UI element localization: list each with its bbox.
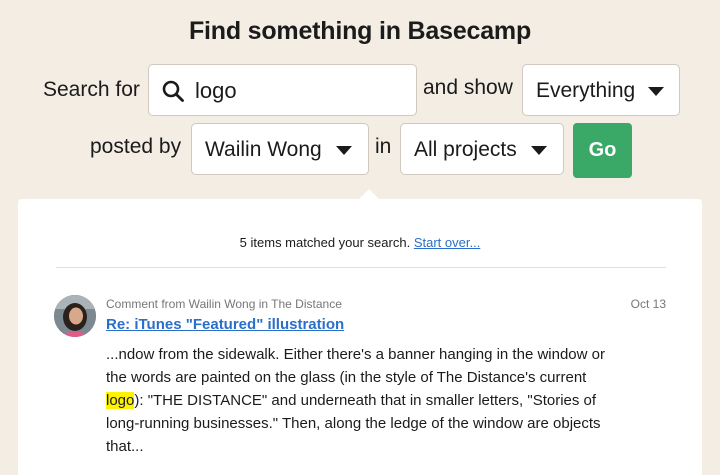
person-value: Wailin Wong xyxy=(205,138,322,161)
search-for-label: Search for xyxy=(43,78,140,101)
search-highlight: logo xyxy=(106,392,135,409)
posted-by-label: posted by xyxy=(90,135,182,158)
start-over-link[interactable]: Start over... xyxy=(414,235,480,250)
results-summary: 5 items matched your search. Start over.… xyxy=(18,235,702,250)
project-value: All projects xyxy=(414,138,517,161)
result-title-link[interactable]: Re: iTunes "Featured" illustration xyxy=(106,316,344,333)
project-select[interactable]: All projects xyxy=(400,123,564,175)
search-input[interactable]: logo xyxy=(148,64,417,116)
search-query[interactable]: logo xyxy=(195,78,237,104)
results-panel: 5 items matched your search. Start over.… xyxy=(18,189,702,475)
avatar-photo xyxy=(54,295,96,337)
results-count-text: 5 items matched your search. xyxy=(239,235,411,250)
excerpt-before: ...ndow from the sidewalk. Either there'… xyxy=(106,346,605,386)
search-page: Find something in Basecamp Search for lo… xyxy=(0,0,720,475)
excerpt-after: ): "THE DISTANCE" and underneath that in… xyxy=(106,392,601,455)
person-select[interactable]: Wailin Wong xyxy=(191,123,369,175)
show-type-select[interactable]: Everything xyxy=(522,64,680,116)
result-excerpt: ...ndow from the sidewalk. Either there'… xyxy=(106,343,626,458)
and-show-label: and show xyxy=(423,76,513,99)
in-label: in xyxy=(375,135,392,158)
chevron-down-icon xyxy=(336,146,352,155)
chevron-down-icon xyxy=(648,87,664,96)
page-title: Find something in Basecamp xyxy=(188,17,532,45)
panel-pointer xyxy=(358,189,380,200)
divider xyxy=(56,267,666,268)
show-type-value: Everything xyxy=(536,79,636,102)
result-date: Oct 13 xyxy=(630,297,666,311)
chevron-down-icon xyxy=(531,146,547,155)
avatar[interactable] xyxy=(54,295,96,337)
go-button[interactable]: Go xyxy=(573,123,632,178)
result-meta: Comment from Wailin Wong in The Distance xyxy=(106,297,342,311)
search-icon xyxy=(162,80,184,102)
